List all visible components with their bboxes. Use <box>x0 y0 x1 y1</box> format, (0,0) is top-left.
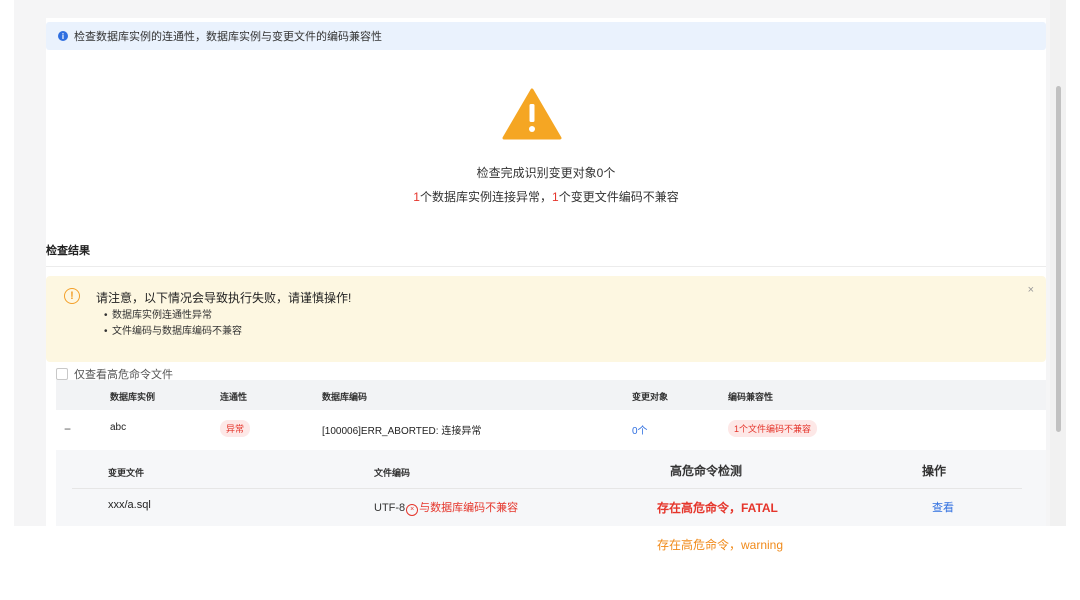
col-objects: 变更对象 <box>632 392 669 402</box>
cell-file-encoding: UTF-8 × 与数据库编码不兼容 <box>374 499 518 516</box>
warning-triangle-icon <box>502 88 562 140</box>
info-icon: i <box>58 31 68 41</box>
table-header: 数据库实例 连通性 数据库编码 变更对象 编码兼容性 <box>56 380 1046 410</box>
subcol-file: 变更文件 <box>108 468 145 478</box>
alert-list: 数据库实例连通性异常 文件编码与数据库编码不兼容 <box>104 308 242 340</box>
viewport: i 检查数据库实例的连通性，数据库实例与变更文件的编码兼容性 检查完成识别变更对… <box>14 0 1064 526</box>
collapse-row-icon[interactable]: − <box>64 422 71 436</box>
cell-file: xxx/a.sql <box>108 499 151 511</box>
summary-text-instances: 个数据库实例连接异常， <box>419 190 552 204</box>
summary-line2: 1个数据库实例连接异常，1个变更文件编码不兼容 <box>46 188 1046 205</box>
view-link[interactable]: 查看 <box>932 499 954 515</box>
compat-badge: 1个文件编码不兼容 <box>728 420 818 437</box>
alert-box: ! 请注意，以下情况会导致执行失败，请谨慎操作! 数据库实例连通性异常 文件编码… <box>46 276 1046 362</box>
col-connectivity: 连通性 <box>220 392 248 402</box>
summary-line1: 检查完成识别变更对象0个 <box>476 166 616 180</box>
filter-checkbox[interactable] <box>56 368 68 380</box>
col-compat: 编码兼容性 <box>728 392 774 402</box>
summary-text-files: 个变更文件编码不兼容 <box>558 190 679 204</box>
info-text: 检查数据库实例的连通性，数据库实例与变更文件的编码兼容性 <box>74 31 382 43</box>
check-panel: i 检查数据库实例的连通性，数据库实例与变更文件的编码兼容性 检查完成识别变更对… <box>46 18 1046 526</box>
subtable-row: xxx/a.sql UTF-8 × 与数据库编码不兼容 存在高危命令，FATAL 查… <box>56 489 1046 525</box>
file-encoding-value: UTF-8 <box>374 502 406 514</box>
subcol-action: 操作 <box>922 464 947 478</box>
alert-exclamation-icon: ! <box>64 288 80 304</box>
danger-fatal: 存在高危命令，FATAL <box>657 501 778 515</box>
objects-link[interactable]: 0个 <box>632 422 648 437</box>
table-row: − abc 异常 [100006]ERR_ABORTED: 连接异常 0个 1个… <box>56 410 1046 451</box>
connectivity-badge: 异常 <box>220 420 251 437</box>
alert-item: 数据库实例连通性异常 <box>104 308 242 324</box>
incompatible-icon: × <box>406 504 419 516</box>
alert-item: 文件编码与数据库编码不兼容 <box>104 324 242 340</box>
summary-count-instances: 1 <box>413 190 420 204</box>
summary-count-files: 1 <box>552 190 559 204</box>
danger-warning: 存在高危命令，warning <box>657 538 784 552</box>
cell-db-encoding: [100006]ERR_ABORTED: 连接异常 <box>322 426 482 437</box>
info-bar: i 检查数据库实例的连通性，数据库实例与变更文件的编码兼容性 <box>46 22 1046 50</box>
subcol-danger-check: 高危命令检测 <box>670 464 743 478</box>
subcol-file-encoding: 文件编码 <box>374 468 411 478</box>
alert-title: 请注意，以下情况会导致执行失败，请谨慎操作! <box>96 291 352 305</box>
scrollbar-thumb[interactable] <box>1056 86 1061 432</box>
subtable: 变更文件 文件编码 高危命令检测 操作 xxx/a.sql UTF-8 × 与数据库… <box>56 450 1046 526</box>
encoding-warning: 与数据库编码不兼容 <box>419 502 519 514</box>
section-title: 检查结果 <box>46 245 90 257</box>
section-divider <box>46 266 1046 267</box>
alert-close-icon[interactable]: × <box>1028 284 1034 296</box>
col-db-encoding: 数据库编码 <box>322 392 368 402</box>
subtable-header: 变更文件 文件编码 高危命令检测 操作 <box>56 450 1046 488</box>
col-instance: 数据库实例 <box>110 392 156 402</box>
cell-instance: abc <box>110 422 127 433</box>
